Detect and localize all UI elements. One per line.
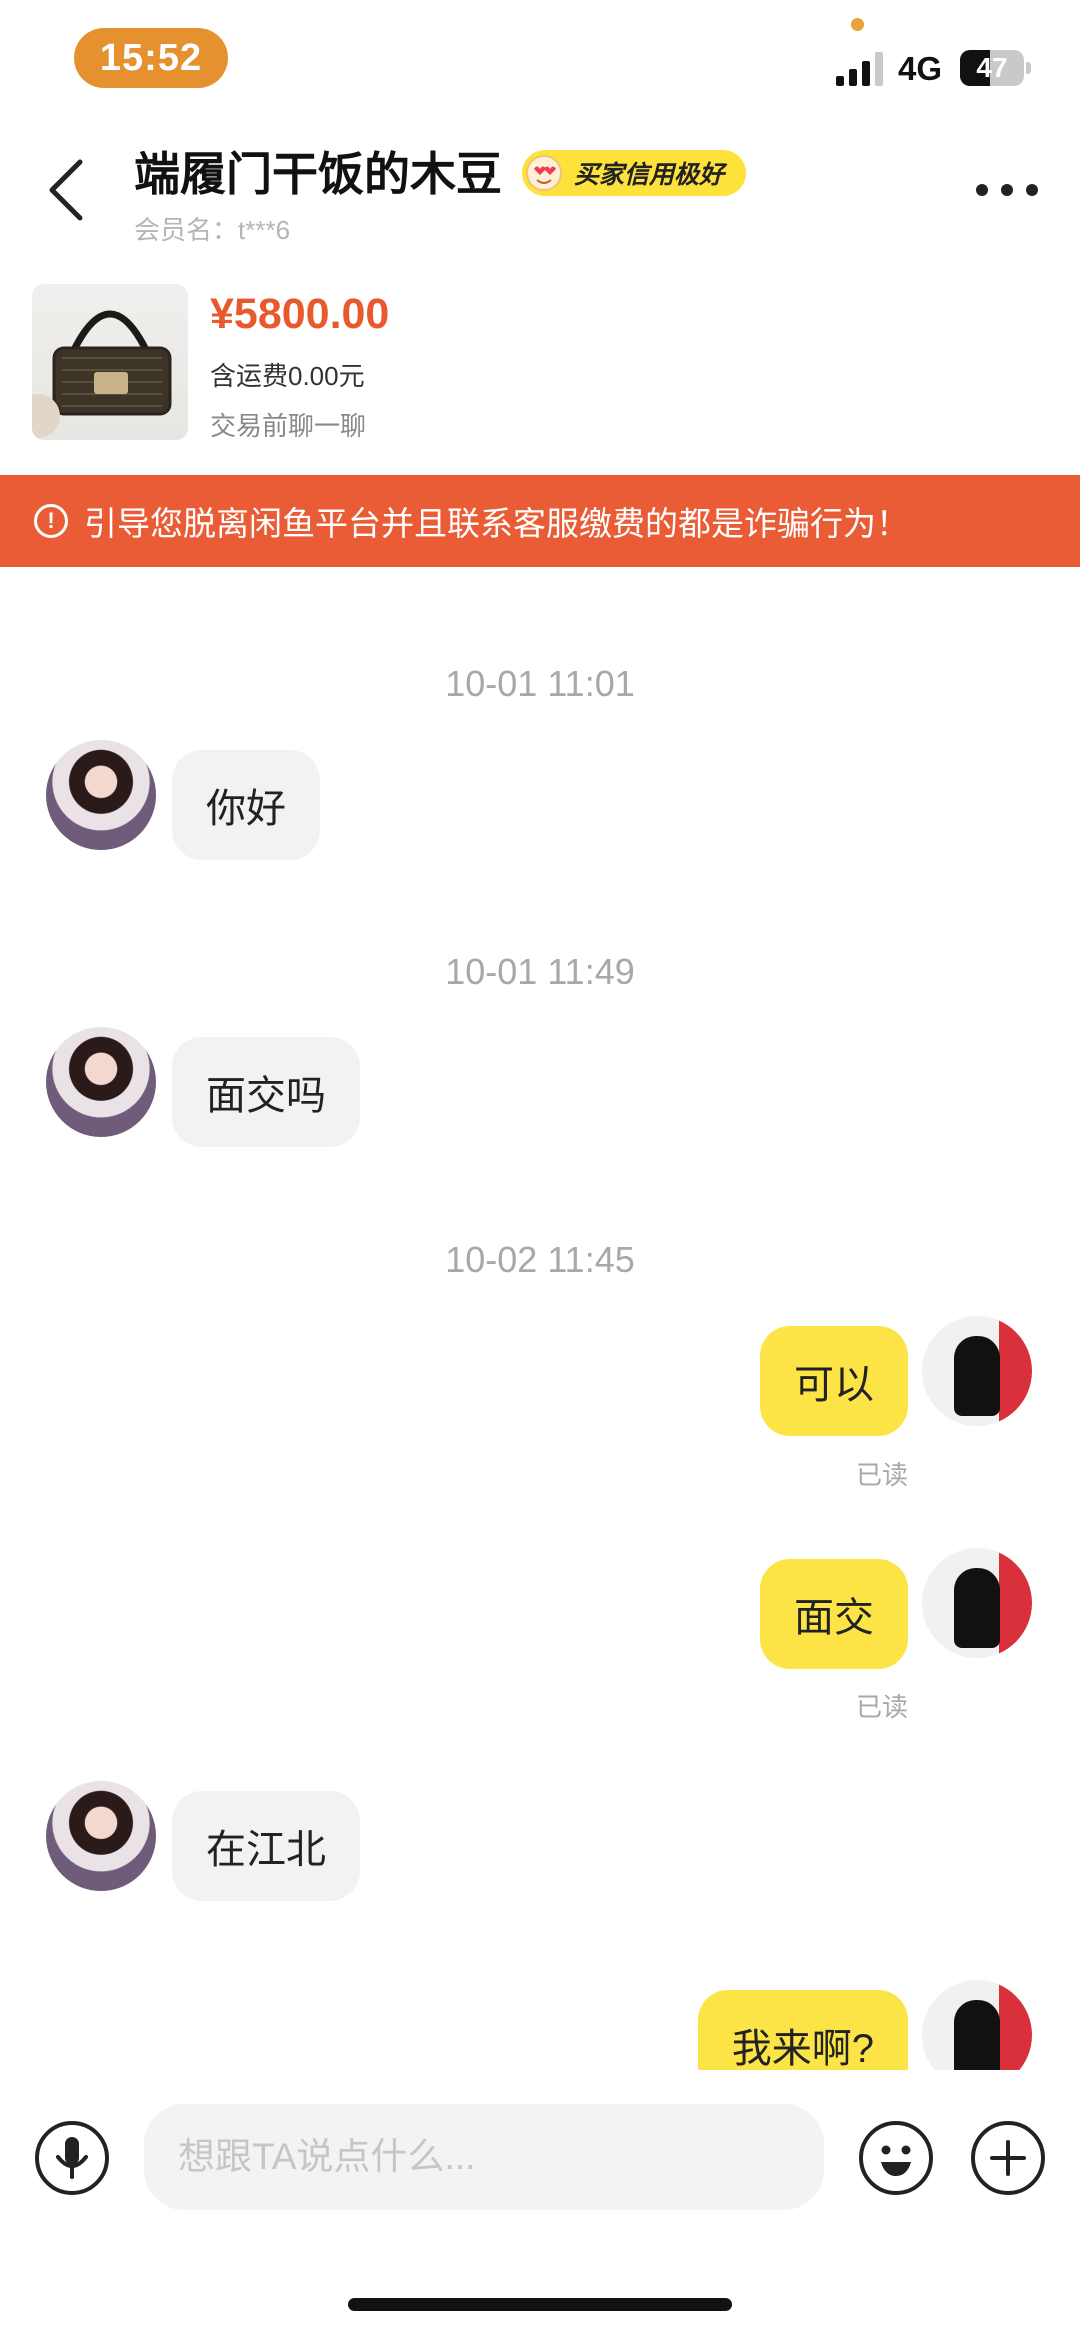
credit-badge[interactable]: 买家信用极好 [522,150,747,196]
privacy-indicator-dot [851,18,864,31]
product-thumbnail[interactable] [32,284,188,440]
battery-percent: 47 [976,52,1008,83]
home-indicator[interactable] [348,2298,732,2311]
chat-title: 端履门干饭的木豆 [134,148,502,200]
fraud-warning-text: 引导您脱离闲鱼平台并且联系客服缴费的都是诈骗行为！ [84,505,909,542]
emoji-button[interactable] [858,2120,934,2196]
product-price: ¥5800.00 [210,290,390,338]
avatar[interactable] [922,1316,1032,1426]
microphone-icon [35,2121,109,2195]
heart-eyes-emoji-icon [526,155,562,191]
message-timestamp: 10-01 11:49 [445,951,635,992]
avatar[interactable] [922,1548,1032,1658]
fraud-warning-banner: ! 引导您脱离闲鱼平台并且联系客服缴费的都是诈骗行为！ [0,475,1080,567]
battery-cap [1026,62,1031,74]
battery-icon: 47 [960,50,1024,86]
read-receipt: 已读 [855,1692,908,1722]
chevron-left-icon [49,159,83,221]
avatar[interactable] [46,1027,156,1137]
more-dots-icon [976,184,988,196]
message-bubble-incoming[interactable]: 在江北 [172,1791,360,1901]
credit-badge-label: 买家信用极好 [574,161,725,189]
shipping-fee: 含运费0.00元 [210,361,365,391]
message-timestamp: 10-02 11:45 [445,1239,635,1280]
more-options-button[interactable] [976,178,1038,202]
alert-circle-icon: ! [34,504,68,538]
avatar[interactable] [46,1781,156,1891]
message-input[interactable] [144,2104,824,2210]
message-bubble-outgoing[interactable]: 面交 [760,1559,908,1669]
back-button[interactable] [38,152,98,228]
signal-icon [836,52,886,86]
message-bubble-incoming[interactable]: 面交吗 [172,1037,360,1147]
plus-icon [971,2121,1045,2195]
message-timestamp: 10-01 11:01 [445,663,635,704]
more-actions-button[interactable] [970,2120,1046,2196]
handbag-image [32,310,172,438]
message-bubble-outgoing[interactable]: 可以 [760,1326,908,1436]
avatar[interactable] [46,740,156,850]
emoji-icon [859,2121,933,2195]
voice-input-button[interactable] [34,2120,110,2196]
member-name: 会员名：t***6 [134,215,291,245]
read-receipt: 已读 [855,1460,908,1490]
status-time: 15:52 [74,28,228,88]
network-type: 4G [898,50,943,87]
message-bubble-incoming[interactable]: 你好 [172,750,320,860]
chat-before-trade-hint: 交易前聊一聊 [210,411,367,441]
